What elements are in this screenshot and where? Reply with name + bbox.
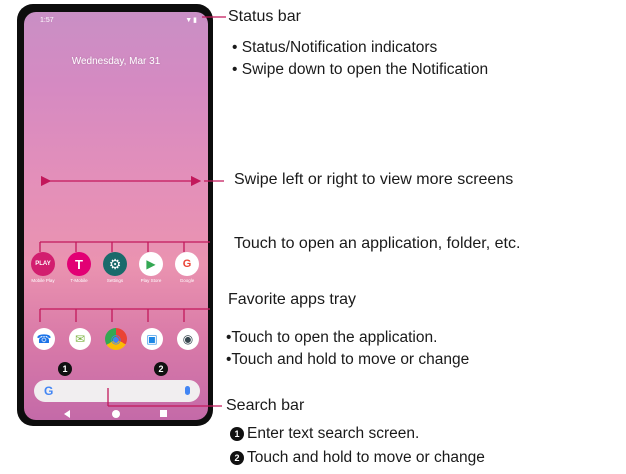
favorite-point: •Touch and hold to move or change <box>226 351 470 368</box>
badge-2-icon: 2 <box>230 451 244 465</box>
search-point-2: 2 Touch and hold to move or change <box>230 449 485 467</box>
favorite-tray-title: Favorite apps tray <box>228 291 357 308</box>
badge-1-icon: 1 <box>230 427 244 441</box>
status-point: • Status/Notification indicators <box>232 39 438 56</box>
status-point: • Swipe down to open the Notification <box>232 61 489 78</box>
favorite-point: •Touch to open the application. <box>226 329 438 346</box>
search-point-1: 1 Enter text search screen. <box>230 425 419 443</box>
search-bar-title: Search bar <box>226 397 305 414</box>
touch-app-caption: Touch to open an application, folder, et… <box>234 235 521 252</box>
status-bar-title: Status bar <box>228 8 301 25</box>
swipe-caption: Swipe left or right to view more screens <box>234 171 514 188</box>
status-bar-points: • Status/Notification indicators • Swipe… <box>232 37 488 81</box>
favorite-points: •Touch to open the application. •Touch a… <box>226 327 469 371</box>
